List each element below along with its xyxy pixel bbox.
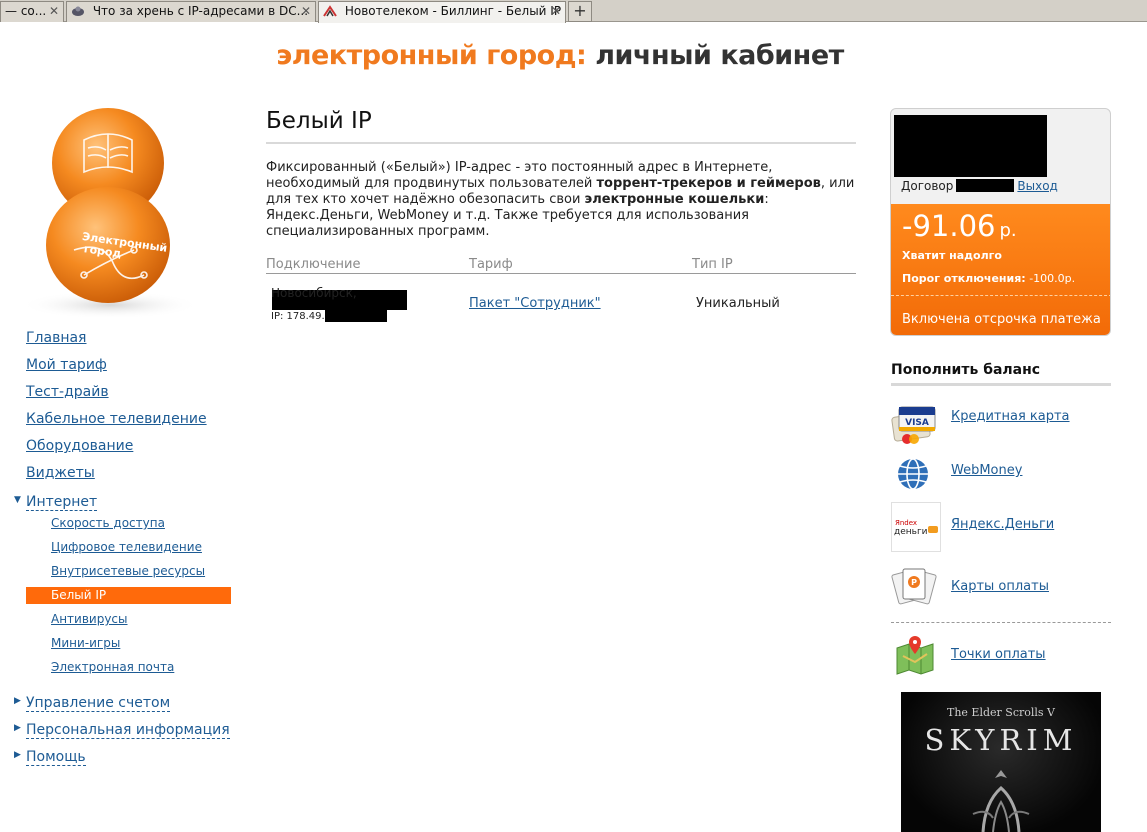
nav-group-internet: ▼ Интернет bbox=[14, 491, 232, 518]
page-title: Белый IP bbox=[266, 108, 856, 144]
contract-line: Договор Выход bbox=[901, 179, 1058, 193]
browser-tab[interactable]: — со... ✕ bbox=[0, 1, 64, 22]
payment-cards-icon: Р bbox=[891, 564, 939, 610]
connection-cell: Новосибирск, IP: 178.49. bbox=[266, 273, 469, 322]
subnav-item-email[interactable]: Электронная почта bbox=[51, 659, 232, 683]
browser-tab-active[interactable]: Новотелеком - Биллинг - Белый IP ✕ bbox=[318, 1, 566, 23]
nav-group-help: ▶ Помощь bbox=[14, 746, 232, 773]
account-panel: Договор Выход -91.06 р. Хватит надолго Пор… bbox=[890, 108, 1111, 336]
yandex-money-icon: Яndex деньги bbox=[891, 502, 941, 552]
balance-block: -91.06 р. Хватит надолго Порог отключения… bbox=[891, 204, 1110, 335]
svg-text:VISA: VISA bbox=[905, 418, 929, 428]
new-tab-button[interactable]: + bbox=[568, 1, 592, 22]
brand-name: электронный город: bbox=[276, 40, 587, 71]
svg-text:Р: Р bbox=[911, 578, 917, 587]
pay-credit-card-link[interactable]: Кредитная карта bbox=[951, 409, 1070, 424]
skyrim-ad-banner[interactable]: The Elder Scrolls V SKYRIM bbox=[901, 692, 1101, 832]
column-header: Подключение bbox=[266, 257, 469, 274]
payment-method-row: WebMoney bbox=[891, 452, 1111, 506]
logout-link[interactable]: Выход bbox=[1017, 179, 1057, 193]
banner-title: SKYRIM bbox=[924, 723, 1078, 757]
tab-label: Новотелеком - Биллинг - Белый IP bbox=[344, 4, 562, 18]
payment-points-row: Точки оплаты bbox=[891, 630, 1111, 684]
services-table: Подключение Тариф Тип IP Новосибирск, IP… bbox=[266, 257, 856, 322]
payment-method-row: VISA Кредитная карта bbox=[891, 398, 1111, 452]
account-info: Договор Выход bbox=[891, 109, 1110, 204]
webmoney-icon bbox=[891, 454, 939, 500]
nav-item-home[interactable]: Главная bbox=[26, 329, 232, 356]
divider bbox=[891, 622, 1111, 623]
tariff-link[interactable]: Пакет "Сотрудник" bbox=[469, 296, 601, 311]
dragon-emblem-icon bbox=[972, 770, 1030, 832]
divider bbox=[891, 295, 1110, 296]
nav-group-personal: ▶ Персональная информация bbox=[14, 719, 232, 746]
site-header: электронный город: личный кабинет bbox=[0, 40, 1120, 71]
browser-tab-bar: — со... ✕ Что за хрень с IP-адресами в D… bbox=[0, 0, 1147, 23]
subnav-item-intranet[interactable]: Внутрисетевые ресурсы bbox=[51, 563, 232, 587]
sidebar-nav: Главная Мой тариф Тест-драйв Кабельное т… bbox=[14, 329, 232, 773]
svg-text:деньги: деньги bbox=[894, 527, 928, 537]
favicon-icon bbox=[323, 5, 337, 17]
payment-points-link[interactable]: Точки оплаты bbox=[951, 647, 1046, 662]
nav-item-personal-info[interactable]: Персональная информация bbox=[26, 722, 230, 739]
balance-amount: -91.06 р. bbox=[902, 209, 1017, 243]
close-icon[interactable]: ✕ bbox=[49, 2, 59, 21]
subnav-item-antivirus[interactable]: Антивирусы bbox=[51, 611, 232, 635]
banner-subtitle: The Elder Scrolls V bbox=[947, 706, 1055, 719]
tab-label: — со... bbox=[5, 4, 47, 18]
column-header: Тип IP bbox=[692, 257, 856, 274]
nav-item-internet[interactable]: Интернет bbox=[26, 494, 98, 511]
ip-type-cell: Уникальный bbox=[696, 296, 780, 311]
contract-label: Договор bbox=[901, 179, 954, 193]
credit-card-icon: VISA bbox=[891, 401, 939, 447]
close-icon[interactable]: ✕ bbox=[301, 2, 311, 21]
caret-right-icon: ▶ bbox=[14, 696, 21, 706]
intro-text: Фиксированный («Белый») IP-адрес - это п… bbox=[266, 160, 855, 239]
pay-webmoney-link[interactable]: WebMoney bbox=[951, 463, 1022, 478]
subnav-item-mini-games[interactable]: Мини-игры bbox=[51, 635, 232, 659]
payment-method-row: Р Карты оплаты bbox=[891, 560, 1111, 618]
column-header: Тариф bbox=[469, 257, 692, 274]
table-row: Новосибирск, IP: 178.49. Пакет "Сотрудни… bbox=[266, 273, 856, 322]
tab-label: Что за хрень с IP-адресами в DC... bbox=[92, 4, 309, 18]
pay-cards-link[interactable]: Карты оплаты bbox=[951, 579, 1049, 594]
nav-item-my-tariff[interactable]: Мой тариф bbox=[26, 356, 232, 383]
disconnect-threshold: Порог отключения: -100.0р. bbox=[902, 272, 1076, 285]
caret-right-icon: ▶ bbox=[14, 723, 21, 733]
cabinet-subtitle: личный кабинет bbox=[595, 40, 844, 71]
favicon-icon bbox=[72, 6, 84, 16]
redacted-name bbox=[894, 115, 1047, 177]
nav-item-cable-tv[interactable]: Кабельное телевидение bbox=[26, 410, 232, 437]
nav-group-account: ▶ Управление счетом bbox=[14, 692, 232, 719]
pay-yandex-money-link[interactable]: Яндекс.Деньги bbox=[951, 517, 1054, 532]
close-icon[interactable]: ✕ bbox=[551, 2, 561, 21]
caret-down-icon: ▼ bbox=[14, 495, 21, 505]
redacted-contract bbox=[956, 179, 1015, 192]
nav-item-help[interactable]: Помощь bbox=[26, 749, 86, 766]
topup-title: Пополнить баланс bbox=[891, 362, 1111, 386]
nav-item-widgets[interactable]: Виджеты bbox=[26, 464, 232, 491]
topup-section: Пополнить баланс VISA Кредитная карта We… bbox=[891, 362, 1111, 684]
subnav-item-digital-tv[interactable]: Цифровое телевидение bbox=[51, 539, 232, 563]
nav-item-account-management[interactable]: Управление счетом bbox=[26, 695, 171, 712]
tariff-cell: Пакет "Сотрудник" bbox=[469, 273, 692, 322]
deferred-payment-status: Включена отсрочка платежа bbox=[902, 312, 1101, 327]
connection-ip: IP: 178.49. bbox=[266, 308, 469, 322]
nav-item-test-drive[interactable]: Тест-драйв bbox=[26, 383, 232, 410]
subnav-item-speed[interactable]: Скорость доступа bbox=[51, 515, 232, 539]
svg-text:Яndex: Яndex bbox=[895, 519, 917, 527]
payment-method-row: Яndex деньги Яндекс.Деньги bbox=[891, 502, 1111, 560]
map-pin-icon bbox=[891, 632, 939, 678]
main-content: Белый IP Фиксированный («Белый») IP-адре… bbox=[266, 108, 856, 322]
nav-item-equipment[interactable]: Оборудование bbox=[26, 437, 232, 464]
browser-tab[interactable]: Что за хрень с IP-адресами в DC... ✕ bbox=[66, 1, 316, 22]
balance-status: Хватит надолго bbox=[902, 249, 1002, 262]
internet-subnav: Скорость доступа Цифровое телевидение Вн… bbox=[26, 515, 232, 683]
caret-right-icon: ▶ bbox=[14, 750, 21, 760]
subnav-item-white-ip[interactable]: Белый IP bbox=[26, 587, 231, 604]
company-logo: Электронный город bbox=[14, 100, 206, 320]
